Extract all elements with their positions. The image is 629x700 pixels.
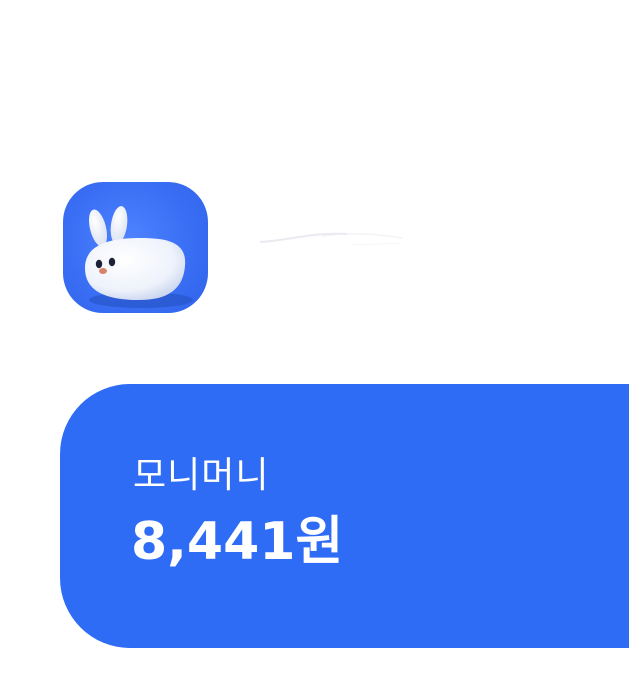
balance-label: 모니머니	[133, 455, 270, 496]
bunny-mascot-icon	[63, 182, 208, 313]
app-name-blur	[259, 232, 403, 246]
balance-amount: 8,441원	[131, 512, 344, 572]
moni-money-balance-card[interactable]: 모니머니 8,441원	[60, 384, 629, 648]
